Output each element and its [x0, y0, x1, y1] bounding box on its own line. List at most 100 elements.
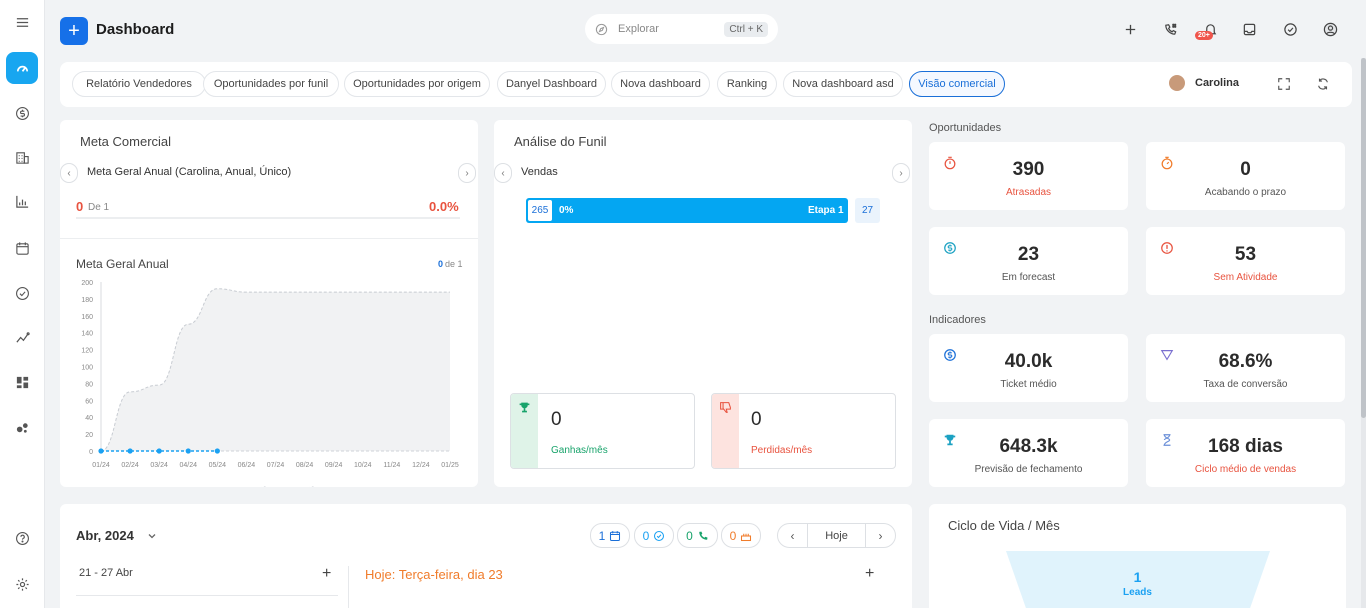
agenda-today-button[interactable]: Hoje — [825, 530, 848, 542]
calendar-icon — [610, 530, 621, 541]
check-circle-icon[interactable] — [1280, 19, 1300, 39]
stat-ticket-medio[interactable]: 40.0k Ticket médio — [929, 334, 1128, 402]
sidebar-item-tasks[interactable] — [0, 280, 45, 306]
chevron-down-icon[interactable] — [147, 531, 157, 541]
agenda-next-button[interactable]: › — [865, 524, 895, 547]
agenda-pill-events[interactable]: 1 — [590, 523, 630, 548]
tab-relatorio-vendedores[interactable]: Relatório Vendedores — [72, 71, 206, 97]
top-bar: + Dashboard Explorar Ctrl + K 20+ — [45, 0, 1366, 58]
help-icon[interactable] — [0, 525, 45, 551]
menu-icon[interactable] — [0, 9, 45, 35]
x-tick-label: 02/24 — [121, 462, 139, 469]
tab-nova-dashboard-asd[interactable]: Nova dashboard asd — [783, 71, 903, 97]
y-tick-label: 180 — [81, 297, 93, 304]
stat-sem-atividade[interactable]: 53 Sem Atividade — [1146, 227, 1345, 295]
stat-em-forecast[interactable]: 23 Em forecast — [929, 227, 1128, 295]
add-event-week-button[interactable]: + — [322, 565, 331, 583]
stat-atrasadas[interactable]: 390 Atrasadas — [929, 142, 1128, 210]
sidebar-item-finance[interactable] — [0, 100, 45, 126]
pill-count: 0 — [686, 528, 693, 543]
thumbs-down-icon — [720, 402, 731, 413]
funil-prev-button[interactable]: ‹ — [494, 163, 512, 183]
x-tick-label: 12/24 — [412, 462, 430, 469]
sidebar-item-reports[interactable] — [0, 188, 45, 214]
tab-oportunidades-por-origem[interactable]: Oportunidades por origem — [344, 71, 490, 97]
agenda-month[interactable]: Abr, 2024 — [76, 528, 134, 543]
funil-selector-label[interactable]: Vendas — [521, 166, 558, 178]
y-tick-label: 140 — [81, 331, 93, 338]
avatar[interactable] — [1169, 75, 1185, 91]
progress-point — [127, 448, 133, 454]
lost-deals-label: Perdidas/mês — [751, 445, 813, 456]
x-tick-label: 07/24 — [267, 462, 285, 469]
tab-danyel-dashboard[interactable]: Danyel Dashboard — [497, 71, 606, 97]
won-deals-value: 0 — [551, 409, 562, 430]
notification-badge: 20+ — [1195, 31, 1213, 40]
y-tick-label: 200 — [81, 280, 93, 287]
funil-title: Análise do Funil — [514, 134, 607, 149]
funil-bar-stage: Etapa 1 — [808, 205, 844, 216]
add-event-today-button[interactable]: + — [865, 565, 874, 583]
meta-chart-counter: 0 — [438, 259, 444, 269]
inbox-icon[interactable] — [1239, 19, 1259, 39]
tab-oportunidades-por-funil[interactable]: Oportunidades por funil — [203, 71, 339, 97]
y-tick-label: 0 — [89, 449, 93, 456]
lost-deals-card[interactable]: 0 Perdidas/mês — [711, 393, 896, 469]
add-dashboard-button[interactable]: + — [60, 17, 88, 45]
sidebar-item-calendar[interactable] — [0, 235, 45, 261]
agenda-pill-birthdays[interactable]: 0 — [721, 523, 761, 548]
sidebar-item-modules[interactable] — [0, 369, 45, 395]
user-name[interactable]: Carolina — [1195, 77, 1239, 89]
divider — [76, 595, 338, 596]
stat-previsao-fechamento[interactable]: 648.3k Previsão de fechamento — [929, 419, 1128, 487]
agenda-date-nav: ‹ Hoje › — [777, 523, 896, 548]
meta-progress-value: 0 — [76, 199, 84, 214]
meta-prev-button[interactable]: ‹ — [60, 163, 78, 183]
indicadores-title: Indicadores — [929, 314, 986, 326]
profile-icon[interactable] — [1320, 19, 1340, 39]
won-deals-card[interactable]: 0 Ganhas/mês — [510, 393, 695, 469]
tab-nova-dashboard[interactable]: Nova dashboard — [611, 71, 710, 97]
stat-value: 168 dias — [1208, 436, 1283, 457]
won-deals-label: Ganhas/mês — [551, 445, 608, 456]
funil-stage-bar[interactable]: 265 0% Etapa 1 — [526, 198, 848, 223]
stat-acabando-prazo[interactable]: 0 Acabando o prazo — [1146, 142, 1345, 210]
refresh-icon[interactable] — [1316, 77, 1330, 94]
phone-dialpad-icon[interactable] — [1160, 19, 1180, 39]
settings-gear-icon[interactable] — [0, 571, 45, 597]
sidebar-item-companies[interactable] — [0, 144, 45, 170]
y-tick-label: 80 — [85, 381, 93, 388]
progress-point — [156, 448, 162, 454]
fullscreen-icon[interactable] — [1277, 77, 1291, 94]
sidebar-item-analytics[interactable] — [0, 324, 45, 350]
sidebar-item-dashboard[interactable] — [6, 52, 38, 84]
stat-ciclo-medio[interactable]: 168 dias Ciclo médio de vendas — [1146, 419, 1345, 487]
page-scrollbar[interactable] — [1361, 58, 1366, 608]
page-scrollbar-thumb[interactable] — [1361, 58, 1366, 418]
check-icon — [654, 530, 665, 541]
meta-next-button[interactable]: › — [458, 163, 476, 183]
divider — [60, 238, 478, 239]
sidebar-item-integrations[interactable] — [0, 414, 45, 440]
ciclo-vida-card: Ciclo de Vida / Mês 1 Leads — [929, 504, 1346, 608]
meta-selector-label[interactable]: Meta Geral Anual (Carolina, Anual, Único… — [87, 166, 291, 178]
meta-chart-counter-of: de 1 — [445, 259, 463, 269]
funil-next-button[interactable]: › — [892, 163, 910, 183]
agenda-prev-button[interactable]: ‹ — [778, 524, 808, 547]
x-tick-label: 06/24 — [238, 462, 256, 469]
meta-progress-of: De 1 — [88, 202, 110, 213]
y-tick-label: 20 — [85, 432, 93, 439]
agenda-pill-tasks[interactable]: 0 — [634, 523, 674, 548]
meta-comercial-title: Meta Comercial — [80, 134, 172, 149]
stat-label: Em forecast — [1001, 272, 1056, 283]
compass-icon — [595, 23, 608, 35]
stat-taxa-conversao[interactable]: 68.6% Taxa de conversão — [1146, 334, 1345, 402]
lost-deals-value: 0 — [751, 409, 762, 430]
agenda-pill-calls[interactable]: 0 — [677, 523, 718, 548]
y-tick-label: 60 — [85, 398, 93, 405]
search-input[interactable]: Explorar Ctrl + K — [585, 14, 778, 44]
tab-ranking[interactable]: Ranking — [717, 71, 777, 97]
add-icon[interactable] — [1120, 19, 1140, 39]
tab-visao-comercial[interactable]: Visão comercial — [909, 71, 1005, 97]
leads-label: Leads — [1123, 587, 1152, 598]
